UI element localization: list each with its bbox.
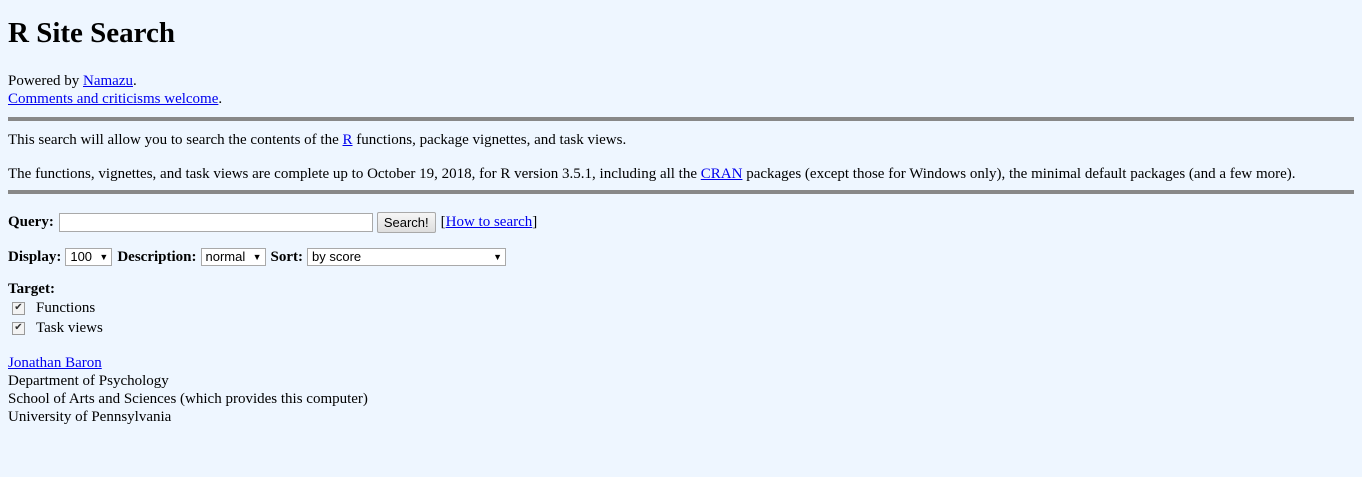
description-select[interactable]: normal ▼ — [200, 248, 266, 266]
footer-address: Jonathan Baron Department of Psychology … — [8, 354, 1354, 426]
sort-label: Sort: — [270, 249, 304, 265]
query-row: Query: Search! [How to search] — [8, 210, 1354, 234]
how-to-close-bracket: ] — [532, 214, 538, 230]
namazu-link[interactable]: Namazu — [83, 73, 133, 89]
author-link[interactable]: Jonathan Baron — [8, 355, 102, 371]
chevron-down-icon: ▼ — [252, 252, 262, 262]
chevron-down-icon: ▼ — [99, 252, 109, 262]
target-label: Target: — [8, 281, 55, 297]
intro-p1-text-after: functions, package vignettes, and task v… — [352, 132, 627, 148]
sort-select[interactable]: by score ▼ — [307, 248, 506, 266]
task-views-checkbox[interactable]: ✔ — [12, 321, 25, 335]
powered-suffix: . — [132, 73, 137, 89]
chevron-down-icon: ▼ — [493, 252, 502, 262]
comments-link[interactable]: Comments and criticisms welcome — [8, 91, 218, 107]
comments-suffix: . — [218, 91, 223, 107]
university-line: University of Pennsylvania — [8, 409, 172, 425]
query-input[interactable] — [58, 212, 373, 232]
functions-checkbox[interactable]: ✔ — [12, 301, 25, 315]
display-select[interactable]: 100 ▼ — [65, 248, 113, 266]
target-functions-row: ✔ Functions — [8, 298, 1354, 318]
school-line: School of Arts and Sciences (which provi… — [8, 391, 368, 407]
divider-top — [8, 117, 1354, 121]
intro-paragraph-1: This search will allow you to search the… — [8, 131, 1354, 149]
display-select-value: 100 — [70, 249, 93, 264]
intro-p1-text-before: This search will allow you to search the… — [8, 132, 343, 148]
task-views-label: Task views — [36, 320, 103, 336]
powered-prefix: Powered by — [8, 73, 83, 89]
options-row: Display: 100 ▼ Description: normal ▼ Sort:… — [8, 245, 1354, 269]
intro-paragraph-2: The functions, vignettes, and task views… — [8, 165, 1348, 183]
description-select-value: normal — [205, 249, 246, 264]
sort-select-value: by score — [312, 249, 362, 264]
search-button[interactable]: Search! — [376, 211, 436, 233]
how-to-search: [How to search] — [441, 213, 538, 231]
functions-label: Functions — [36, 300, 96, 316]
cran-link[interactable]: CRAN — [701, 166, 743, 182]
how-to-search-link[interactable]: How to search — [446, 214, 533, 230]
display-label: Display: — [8, 249, 62, 265]
powered-by-line: Powered by Namazu. — [8, 72, 1354, 90]
checkmark-icon: ✔ — [14, 322, 23, 333]
divider-middle — [8, 190, 1354, 194]
department-line: Department of Psychology — [8, 373, 169, 389]
target-section: Target: ✔ Functions ✔ Task views — [8, 280, 1354, 338]
page: R Site Search Powered by Namazu. Comment… — [0, 0, 1362, 426]
target-task-views-row: ✔ Task views — [8, 318, 1354, 338]
page-title: R Site Search — [8, 17, 176, 49]
intro-p2-text-before: The functions, vignettes, and task views… — [8, 166, 701, 182]
intro-p2-text-after: packages (except those for Windows only)… — [742, 166, 1296, 182]
query-label: Query: — [8, 214, 54, 230]
r-link[interactable]: R — [343, 132, 353, 148]
checkmark-icon: ✔ — [14, 302, 23, 313]
comments-line: Comments and criticisms welcome. — [8, 90, 1354, 108]
description-label: Description: — [117, 249, 197, 265]
